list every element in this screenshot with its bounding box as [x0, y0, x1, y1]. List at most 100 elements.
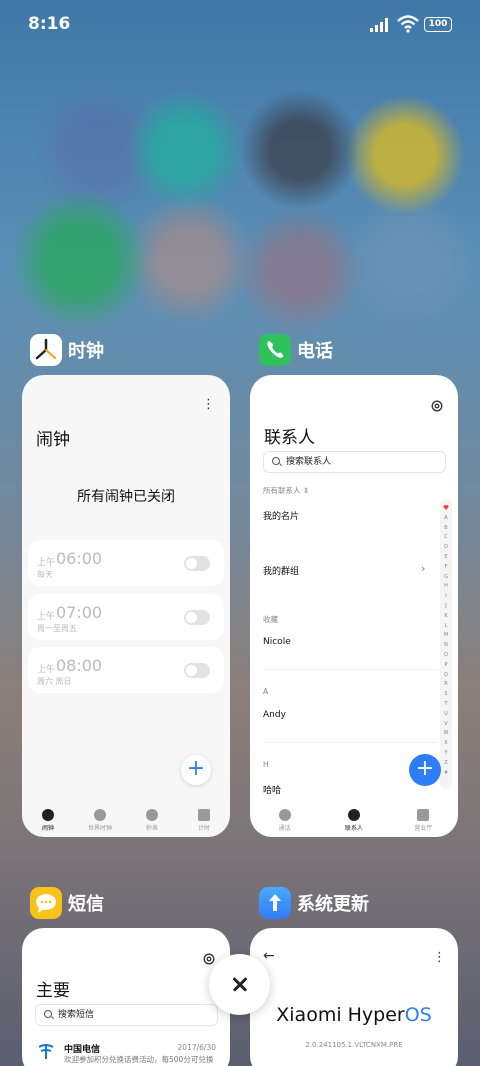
alphabet-letter[interactable]: C [444, 533, 448, 543]
tab-stopwatch[interactable]: 秒表 [126, 803, 178, 832]
tab-label: 营业厅 [414, 825, 433, 832]
search-icon [272, 457, 280, 465]
alarm-toggle[interactable] [184, 663, 210, 678]
alphabet-letter[interactable]: E [444, 553, 447, 563]
my-card-row[interactable]: 我的名片 [263, 509, 299, 522]
tab-timer[interactable]: 计时 [178, 803, 230, 832]
close-all-button[interactable] [209, 954, 270, 1015]
alphabet-letter[interactable]: W [444, 729, 449, 739]
alarm-ampm: 上午 [37, 612, 56, 622]
tab-label: 计时 [197, 825, 210, 832]
contact-row[interactable]: Andy [263, 710, 286, 720]
contact-row[interactable]: 哈哈 [263, 783, 281, 796]
phone-app-header[interactable]: 电话 [259, 334, 333, 366]
alphabet-letter[interactable]: N [444, 641, 448, 651]
tab-world-clock[interactable]: 世界时钟 [74, 803, 126, 832]
message-preview: 欢迎参加积分兑换话费活动，每500分可兑换 [64, 1055, 214, 1064]
alarm-time: 07:00 [56, 603, 103, 622]
divider [263, 742, 438, 743]
sms-search-input[interactable]: 搜索短信 [35, 1004, 218, 1026]
alphabet-letter[interactable]: R [444, 680, 447, 690]
add-alarm-button[interactable]: + [181, 755, 211, 785]
section-header: H [263, 760, 269, 769]
alphabet-letter[interactable]: D [444, 543, 448, 553]
phone-app-card[interactable]: 联系人 搜索联系人 所有联系人 ⇕ 我的名片 我的群组 › 收藏 Nicole … [250, 375, 458, 837]
clock-app-name: 时钟 [68, 341, 104, 362]
tab-label: 联系人 [344, 825, 363, 832]
alphabet-letter[interactable]: A [444, 514, 447, 524]
alphabet-letter[interactable]: Y [444, 749, 447, 759]
phone-app-icon [259, 334, 291, 366]
alphabet-letter[interactable]: Q [444, 671, 448, 681]
alphabet-letter[interactable]: U [444, 710, 448, 720]
sms-title: 主要 [36, 981, 70, 1001]
tab-service-hall[interactable]: 营业厅 [397, 803, 449, 832]
world-clock-icon [94, 809, 106, 821]
alarm-ampm: 上午 [37, 665, 56, 675]
clock-app-header[interactable]: 时钟 [30, 334, 104, 366]
my-groups-row[interactable]: 我的群组 [263, 564, 299, 577]
wifi-icon [397, 15, 419, 33]
update-app-card[interactable]: ← ⋮ Xiaomi HyperOS 2.0.241105.1.VLTCNXM.… [250, 928, 458, 1066]
signal-icon [370, 18, 388, 32]
sms-app-name: 短信 [68, 894, 104, 915]
brand-os-text: OS [404, 1004, 432, 1026]
update-app-header[interactable]: 系统更新 [259, 887, 369, 919]
settings-icon[interactable] [431, 400, 443, 412]
alphabet-letter[interactable]: T [444, 700, 447, 710]
alphabet-letter[interactable]: K [444, 612, 447, 622]
contact-row[interactable]: Nicole [263, 637, 291, 647]
tab-label: 闹钟 [41, 825, 54, 832]
more-icon[interactable]: ⋮ [433, 950, 446, 965]
alarm-item[interactable]: 上午 07:00 周一至周五 [28, 594, 224, 640]
alphabet-letter[interactable]: J [445, 602, 446, 612]
settings-icon[interactable] [203, 953, 215, 965]
alphabet-letter[interactable]: B [444, 524, 447, 534]
alarm-title: 闹钟 [36, 430, 70, 450]
status-bar: 8:16 100 [0, 0, 480, 50]
alphabet-letter[interactable]: O [444, 651, 448, 661]
alarm-item[interactable]: 上午 06:00 每天 [28, 540, 224, 586]
alphabet-letter[interactable]: F [445, 563, 448, 573]
alarm-icon [42, 809, 54, 821]
alphabet-letter[interactable]: M [444, 631, 448, 641]
tab-contacts[interactable]: 联系人 [328, 803, 380, 832]
tab-label: 通话 [278, 825, 291, 832]
alarm-days: 周六 周日 [37, 677, 72, 686]
more-icon[interactable]: ⋮ [202, 397, 215, 412]
tab-label: 世界时钟 [87, 825, 112, 832]
all-contacts-filter[interactable]: 所有联系人 ⇕ [263, 485, 309, 496]
sms-app-header[interactable]: 短信 [30, 887, 104, 919]
alphabet-letter[interactable]: L [445, 622, 448, 632]
battery-indicator: 100 [424, 17, 452, 32]
stopwatch-icon [146, 809, 158, 821]
alarm-toggle[interactable] [184, 610, 210, 625]
alarm-toggle[interactable] [184, 556, 210, 571]
alphabet-letter[interactable]: ♥ [443, 504, 449, 514]
back-arrow-icon[interactable]: ← [263, 948, 275, 964]
update-app-name: 系统更新 [297, 894, 369, 915]
alphabet-index[interactable]: ♥ A B C D E F G H I J K L M N O P Q R S T U V W X Y Z # [440, 499, 452, 789]
tab-calls[interactable]: 通话 [259, 803, 311, 832]
tab-alarm[interactable]: 闹钟 [22, 803, 74, 832]
alarm-days: 每天 [37, 570, 53, 579]
add-contact-button[interactable]: + [409, 754, 441, 786]
alphabet-letter[interactable]: V [444, 720, 447, 730]
alphabet-letter[interactable]: G [444, 573, 448, 583]
clock-nav-bar: 闹钟 世界时钟 秒表 计时 [22, 803, 230, 837]
os-brand: Xiaomi HyperOS [250, 1004, 458, 1026]
contacts-search-input[interactable]: 搜索联系人 [263, 451, 446, 473]
alphabet-letter[interactable]: S [444, 690, 447, 700]
store-icon [417, 809, 430, 821]
sms-app-card[interactable]: 主要 搜索短信 中国电信 2017/6/30 欢迎参加积分兑换话费活动，每500… [22, 928, 230, 1066]
alarm-item[interactable]: 上午 08:00 周六 周日 [28, 647, 224, 693]
search-placeholder: 搜索联系人 [286, 457, 332, 467]
alphabet-letter[interactable]: P [444, 661, 447, 671]
favorites-label: 收藏 [263, 615, 278, 624]
alphabet-letter[interactable]: Z [444, 759, 447, 769]
alphabet-letter[interactable]: H [444, 582, 448, 592]
alphabet-letter[interactable]: X [444, 739, 447, 749]
alphabet-letter[interactable]: I [445, 592, 446, 602]
clock-app-card[interactable]: ⋮ 闹钟 所有闹钟已关闭 上午 06:00 每天 上午 07:00 周一至周五 … [22, 375, 230, 837]
alphabet-letter[interactable]: # [444, 769, 448, 779]
